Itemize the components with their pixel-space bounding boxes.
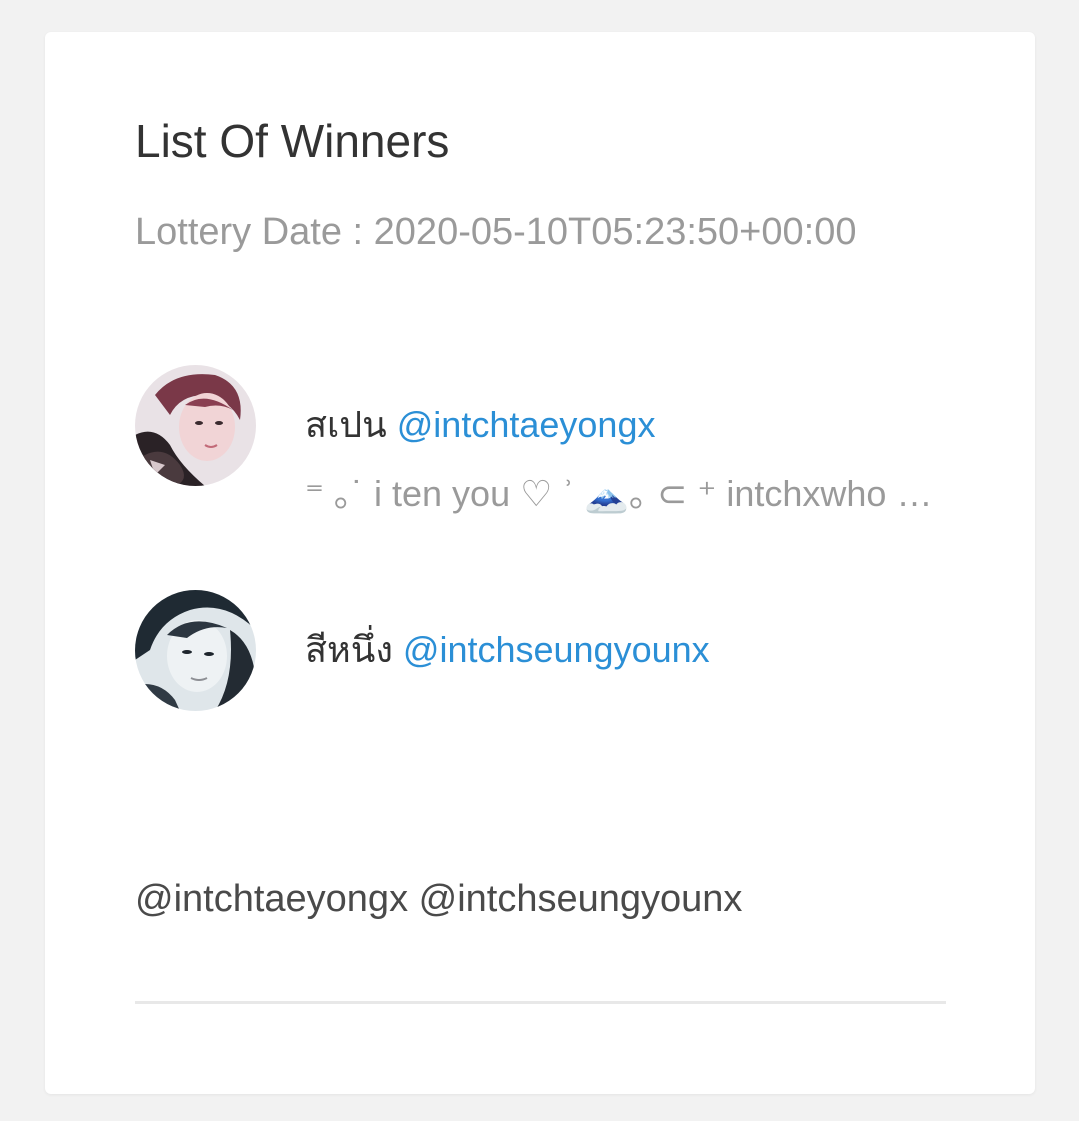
winner-item[interactable]: สเปน @intchtaeyongx ⁼ ｡˙ i ten you ♡ ʾ 🗻…	[135, 365, 955, 514]
user-avatar-photo-icon	[135, 365, 256, 486]
mentions-text: @intchtaeyongx @intchseungyounx	[135, 878, 743, 920]
winner-display-name: สเปน	[305, 404, 387, 445]
winner-item[interactable]: สีหนึ่ง @intchseungyounx	[135, 590, 955, 715]
winner-display-name: สีหนึ่ง	[305, 629, 393, 670]
winner-name-line: สีหนึ่ง @intchseungyounx	[305, 628, 710, 671]
lottery-date: Lottery Date : 2020-05-10T05:23:50+00:00	[135, 211, 857, 253]
winner-handle-link[interactable]: @intchtaeyongx	[397, 404, 656, 445]
avatar[interactable]	[135, 365, 256, 486]
user-avatar-photo-icon	[135, 590, 256, 711]
winner-handle-link[interactable]: @intchseungyounx	[403, 629, 710, 670]
winner-name-line: สเปน @intchtaeyongx	[305, 403, 655, 446]
winners-card: List Of Winners Lottery Date : 2020-05-1…	[45, 32, 1035, 1094]
avatar[interactable]	[135, 590, 256, 711]
page-title: List Of Winners	[135, 115, 450, 167]
divider	[135, 1001, 946, 1004]
winner-bio: ⁼ ｡˙ i ten you ♡ ʾ 🗻｡ ⊂ ⁺ intchxwho ⁼ ˙ …	[305, 473, 945, 514]
